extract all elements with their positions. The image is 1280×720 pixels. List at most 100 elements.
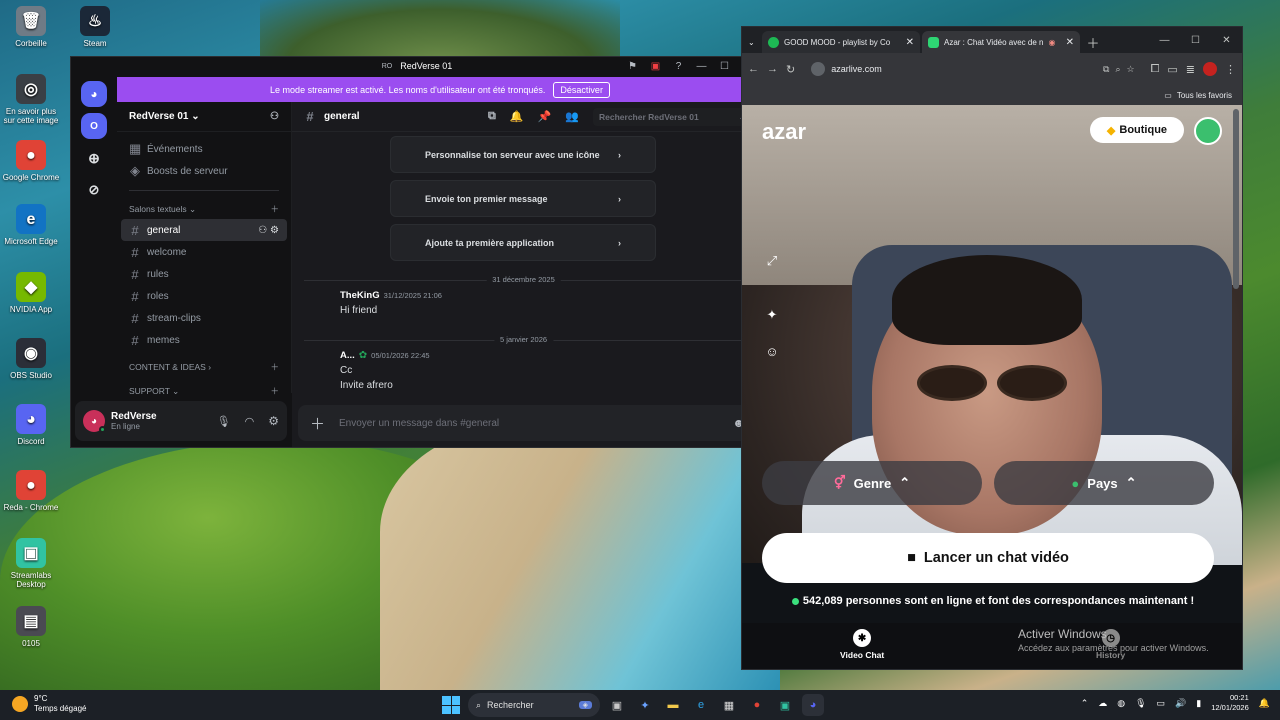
desktop-icon[interactable]: ◉ OBS Studio <box>0 338 62 380</box>
profile-avatar[interactable] <box>1203 62 1217 76</box>
desktop-icon[interactable]: ▣ Streamlabs Desktop <box>0 538 62 589</box>
message-author[interactable]: TheKinG <box>340 290 380 301</box>
file-explorer-icon[interactable]: ▬ <box>662 694 684 716</box>
search-input[interactable]: Rechercher RedVerse 01⌕ <box>593 107 751 126</box>
pin-icon[interactable]: 📌 <box>538 110 552 123</box>
add-channel-icon[interactable]: ＋ <box>270 361 279 373</box>
extensions-icon[interactable]: ⧠ <box>1151 63 1160 76</box>
explore-icon[interactable]: ⊘ <box>81 177 107 203</box>
bookmark-star-icon[interactable]: ☆ <box>1126 64 1134 75</box>
app-tray-icon[interactable]: ◍ <box>1117 698 1125 709</box>
channel-item[interactable]: # memes <box>117 329 291 351</box>
all-bookmarks[interactable]: Tous les favoris <box>1177 91 1232 100</box>
members-icon[interactable]: 👥 <box>565 110 579 123</box>
avatar[interactable]: ◕ <box>83 410 106 433</box>
microphone-icon[interactable]: 🎙 <box>217 415 231 428</box>
fullscreen-icon[interactable]: ⤢ <box>762 251 782 271</box>
chevron-up-icon[interactable]: ⌃ <box>1081 698 1089 709</box>
country-filter-button[interactable]: ● Pays ⌃ <box>994 461 1214 505</box>
channel-item[interactable]: # stream-clips <box>117 307 291 329</box>
onboarding-card[interactable]: Personnalise ton serveur avec une icône › <box>390 136 656 173</box>
new-tab-button[interactable]: ＋ <box>1082 31 1104 53</box>
events-item[interactable]: ▦ Événements <box>117 138 291 160</box>
settings-gear-icon[interactable]: ⚙ <box>268 414 279 428</box>
volume-icon[interactable]: 🔊 <box>1175 698 1186 709</box>
channel-item[interactable]: # roles <box>117 285 291 307</box>
channel-item[interactable]: # rules <box>117 263 291 285</box>
invite-icon[interactable]: ⚇ <box>270 111 279 122</box>
inbox-icon[interactable]: ⚑ <box>621 57 644 75</box>
add-attachment-icon[interactable]: ＋ <box>310 413 325 434</box>
tab-spotify[interactable]: GOOD MOOD - playlist by Co ✕ <box>762 31 920 53</box>
chrome-icon[interactable]: ● <box>746 694 768 716</box>
site-info-icon[interactable] <box>811 62 826 76</box>
category-support[interactable]: SUPPORT ⌄ ＋ <box>117 381 291 401</box>
launch-video-chat-button[interactable]: ■ Lancer un chat vidéo <box>762 533 1214 583</box>
message-author[interactable]: A... <box>340 350 355 361</box>
avatar[interactable] <box>1194 117 1222 145</box>
minimize-button[interactable]: — <box>690 57 713 75</box>
onboarding-card[interactable]: Envoie ton premier message › <box>390 180 656 217</box>
desktop-icon[interactable]: e Microsoft Edge <box>0 204 62 246</box>
tab-azar[interactable]: Azar : Chat Vidéo avec de n ◉ ✕ <box>922 31 1080 53</box>
face-filter-icon[interactable]: ☺ <box>762 341 782 361</box>
taskbar-search[interactable]: ⌕ Rechercher ◈ <box>468 693 600 717</box>
add-server-icon[interactable]: ⊕ <box>81 145 107 171</box>
desktop-icon[interactable]: ▤ 0105 <box>0 606 62 648</box>
desktop-icon[interactable]: ◎ En savoir plus sur cette image <box>0 74 62 125</box>
category-content[interactable]: CONTENT & IDEAS › ＋ <box>117 357 291 377</box>
desktop-icon[interactable]: ● Google Chrome <box>0 140 62 182</box>
boosts-item[interactable]: ◈ Boosts de serveur <box>117 160 291 182</box>
help-icon[interactable]: ? <box>667 57 690 75</box>
store-icon[interactable]: ▦ <box>718 694 740 716</box>
channel-settings-icon[interactable]: ⚇ ⚙ <box>258 225 279 236</box>
install-icon[interactable]: ⧉ <box>1103 64 1109 75</box>
tab-search-icon[interactable]: ⌄ <box>746 31 760 53</box>
battery-icon[interactable]: ▮ <box>1196 698 1201 709</box>
threads-icon[interactable]: ⧉ <box>488 110 496 123</box>
start-button[interactable] <box>440 694 462 716</box>
weather-widget[interactable]: 9°C Temps dégagé <box>12 694 86 714</box>
message-composer[interactable]: ＋ Envoyer un message dans #general ☻ <box>298 405 757 441</box>
close-tab-icon[interactable]: ✕ <box>906 37 914 48</box>
scrollbar[interactable] <box>1233 109 1239 289</box>
minimize-button[interactable]: — <box>1149 27 1180 53</box>
server-icon-redverse[interactable]: O <box>81 113 107 139</box>
close-tab-icon[interactable]: ✕ <box>1066 37 1074 48</box>
desktop-icon[interactable]: ♨ Steam <box>64 6 126 48</box>
maximize-button[interactable]: ☐ <box>713 57 736 75</box>
back-icon[interactable]: ← <box>748 63 759 75</box>
desktop-icon[interactable]: ● Reda - Chrome <box>0 470 62 512</box>
copilot-icon[interactable]: ✦ <box>634 694 656 716</box>
add-channel-icon[interactable]: ＋ <box>270 203 279 215</box>
screen-share-icon[interactable]: ▣ <box>644 57 667 75</box>
media-icon[interactable]: ≣ <box>1186 63 1195 76</box>
cloud-icon[interactable]: ☁ <box>1098 698 1107 709</box>
discord-home-icon[interactable]: ◕ <box>81 81 107 107</box>
address-bar[interactable]: azarlive.com ⧉ ⌕ ☆ <box>803 58 1142 80</box>
reload-icon[interactable]: ↻ <box>786 63 795 76</box>
nav-video-chat[interactable]: ✱ Video Chat <box>840 629 884 660</box>
streamlabs-icon[interactable]: ▣ <box>774 694 796 716</box>
genre-filter-button[interactable]: ⚥ Genre ⌃ <box>762 461 982 505</box>
edge-icon[interactable]: e <box>690 694 712 716</box>
task-view-icon[interactable]: ▣ <box>606 694 628 716</box>
forward-icon[interactable]: → <box>767 63 778 75</box>
microphone-icon[interactable]: 🎙 <box>1135 698 1146 709</box>
category-text-channels[interactable]: Salons textuels ⌄ ＋ <box>117 199 291 219</box>
desktop-icon[interactable]: 🗑 Corbeille <box>0 6 62 48</box>
sidebar-icon[interactable]: ▭ <box>1167 63 1177 76</box>
maximize-button[interactable]: ☐ <box>1180 27 1211 53</box>
channel-item[interactable]: # welcome <box>117 241 291 263</box>
headphones-icon[interactable]: ◠ <box>245 415 255 428</box>
azar-logo[interactable]: azar <box>762 119 806 145</box>
server-header[interactable]: RedVerse 01 ⌄ ⚇ <box>117 102 291 132</box>
bell-icon[interactable]: 🔔 <box>510 110 524 123</box>
disable-streamer-button[interactable]: Désactiver <box>553 81 610 98</box>
desktop-icon[interactable]: ◕ Discord <box>0 404 62 446</box>
close-button[interactable]: ✕ <box>1211 27 1242 53</box>
discord-icon[interactable]: ◕ <box>802 694 824 716</box>
zoom-icon[interactable]: ⌕ <box>1115 64 1120 75</box>
effects-icon[interactable]: ✦ <box>762 305 782 325</box>
menu-icon[interactable]: ⋮ <box>1225 63 1236 76</box>
